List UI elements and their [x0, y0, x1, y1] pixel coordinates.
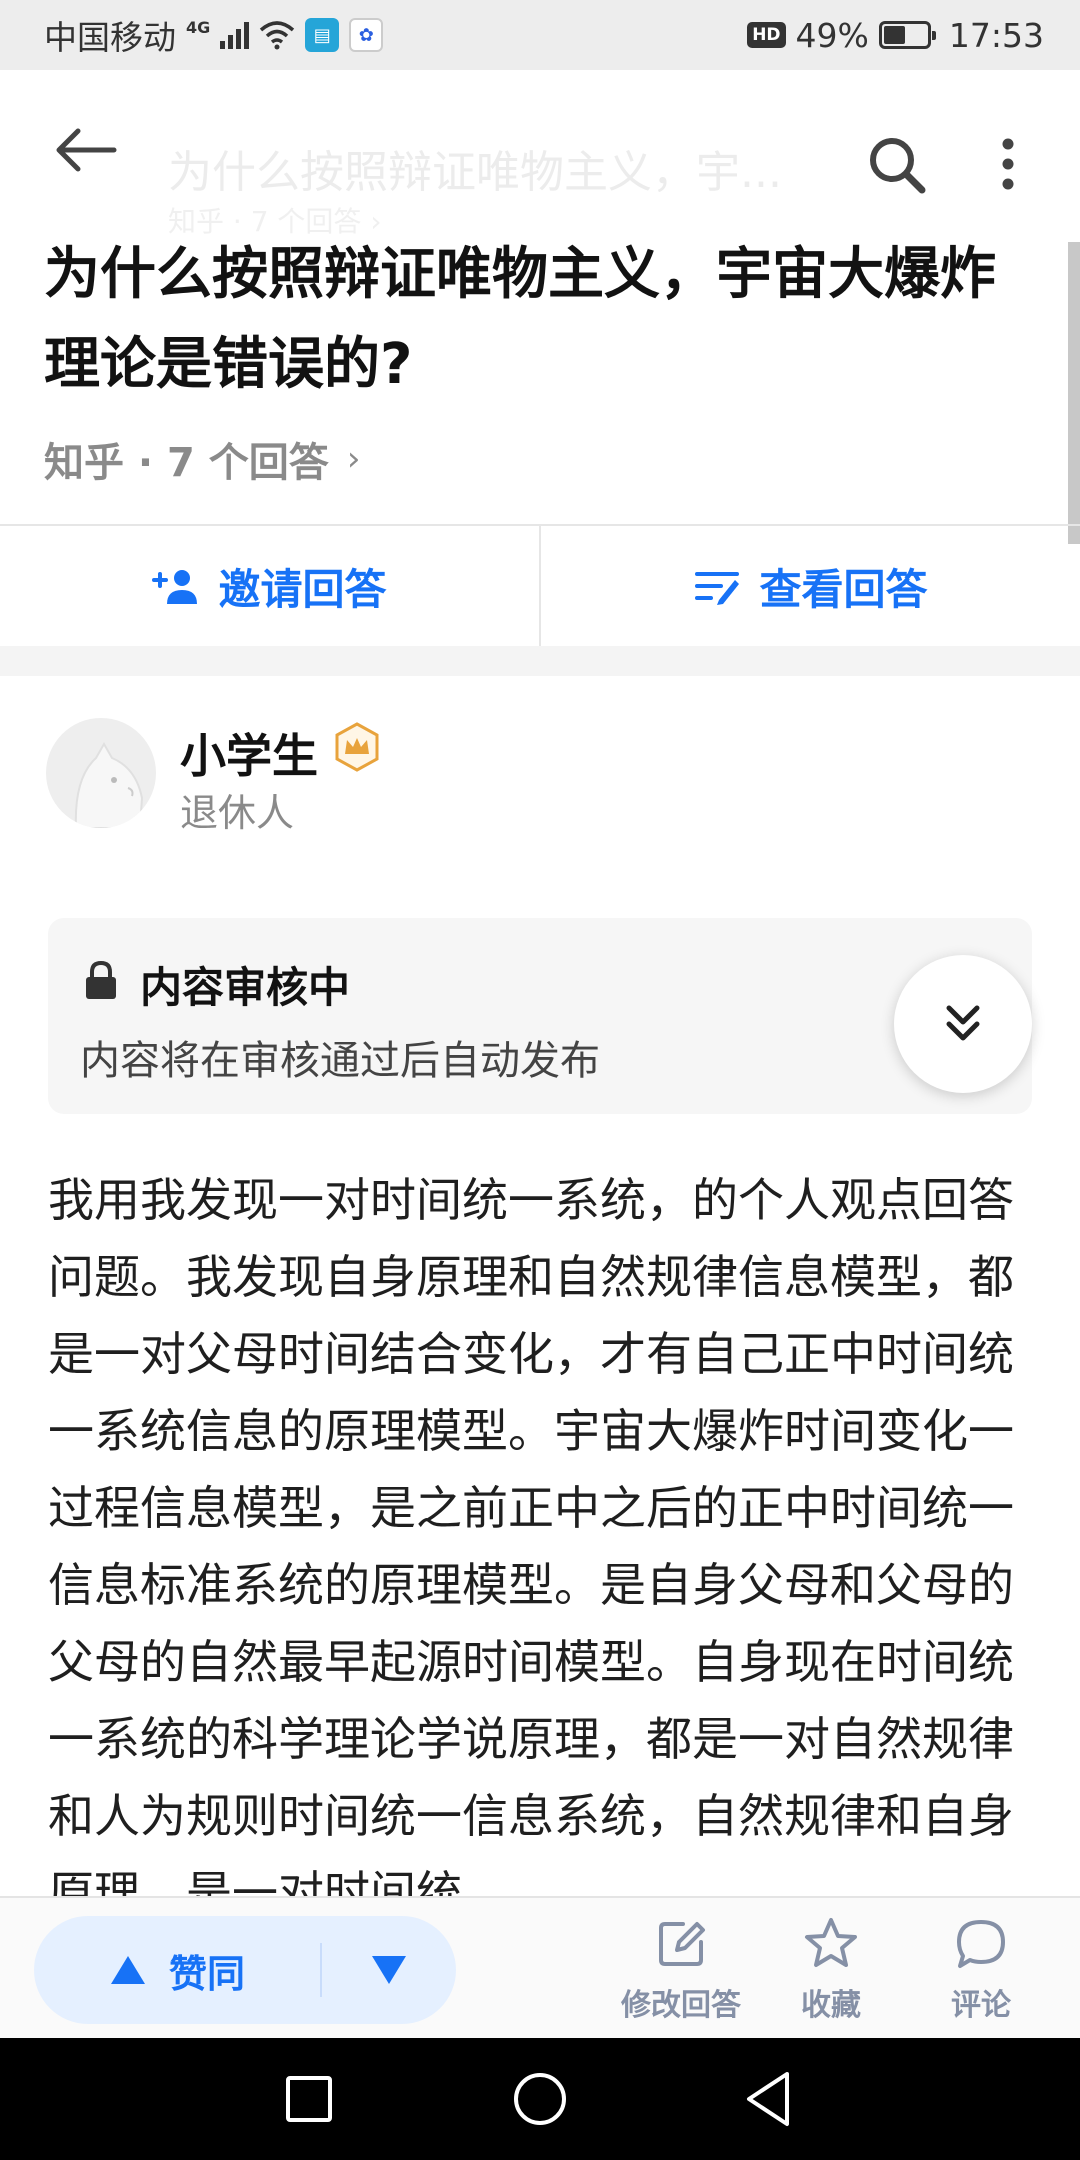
hd-badge: HD	[747, 22, 786, 48]
question-source: 知乎 · 7 个回答	[44, 440, 329, 486]
edit-answer-button[interactable]: 修改回答	[611, 1916, 751, 2028]
reader-app-icon: ▤	[305, 18, 340, 52]
question-meta-link[interactable]: 知乎 · 7 个回答 ›	[44, 430, 360, 488]
downvote-triangle-icon	[372, 1956, 406, 1984]
view-answers-icon	[695, 572, 740, 605]
double-chevron-down-icon	[946, 1005, 980, 1041]
battery-percent: 49%	[795, 15, 869, 55]
comment-icon	[957, 1920, 1005, 1968]
lock-icon	[86, 960, 116, 999]
answer-action-bar: 赞同 修改回答 收藏 评论	[0, 1896, 1080, 2038]
review-description: 内容将在审核通过后自动发布	[80, 1038, 600, 1084]
view-answers-button[interactable]: 查看回答	[539, 526, 1080, 646]
wifi-icon	[260, 21, 295, 50]
invite-person-icon	[152, 570, 198, 604]
upvote-button[interactable]: 赞同	[34, 1916, 320, 2024]
avatar[interactable]	[46, 718, 156, 828]
top-app-bar: 为什么按照辩证唯物主义，宇... 知乎 · 7 个回答 ›	[0, 70, 1080, 245]
recents-icon[interactable]	[274, 2064, 344, 2134]
edit-answer-label: 修改回答	[621, 1988, 741, 2023]
answer-content[interactable]: 我用我发现一对时间统一系统，的个人观点回答问题。我发现自身原理和自然规律信息模型…	[48, 1162, 1032, 1900]
question-actions: 邀请回答 查看回答	[0, 524, 1080, 646]
more-vertical-icon[interactable]	[990, 132, 1026, 198]
network-type: 4G	[186, 17, 211, 37]
review-title: 内容审核中	[140, 963, 351, 1012]
upvote-triangle-icon	[110, 1956, 145, 1984]
favorite-button[interactable]: 收藏	[761, 1916, 901, 2028]
downvote-button[interactable]	[322, 1916, 456, 2024]
star-icon	[805, 1918, 857, 1967]
view-answers-label: 查看回答	[759, 564, 928, 614]
author-description: 退休人	[180, 791, 295, 835]
collapsed-title: 为什么按照辩证唯物主义，宇...	[168, 147, 782, 198]
crown-badge-icon[interactable]	[332, 722, 382, 772]
scroll-indicator[interactable]	[1068, 242, 1080, 544]
signal-icon	[220, 21, 250, 49]
comment-button[interactable]: 评论	[911, 1916, 1051, 2028]
question-title[interactable]: 为什么按照辩证唯物主义，宇宙大爆炸理论是错误的?	[44, 230, 1024, 410]
back-arrow-icon[interactable]	[50, 125, 120, 175]
chevron-right-icon: ›	[346, 439, 361, 479]
search-icon[interactable]	[864, 132, 930, 198]
vote-control: 赞同	[34, 1916, 456, 2024]
clock: 17:53	[948, 15, 1044, 55]
carrier-label: 中国移动	[44, 18, 176, 57]
status-bar: 中国移动 4G ▤ ✿ HD 49% 17:53	[0, 0, 1080, 70]
author-name[interactable]: 小学生	[180, 720, 318, 786]
expand-button[interactable]	[894, 955, 1032, 1093]
edit-icon	[659, 1922, 705, 1966]
section-divider	[0, 646, 1080, 676]
back-nav-icon[interactable]	[735, 2064, 805, 2134]
invite-answer-label: 邀请回答	[218, 564, 387, 614]
upvote-label: 赞同	[168, 1951, 245, 1996]
favorite-label: 收藏	[801, 1988, 861, 2023]
invite-answer-button[interactable]: 邀请回答	[0, 526, 539, 646]
review-notice: 内容审核中 内容将在审核通过后自动发布	[48, 918, 1032, 1114]
system-navigation-bar	[0, 2038, 1080, 2160]
comment-label: 评论	[951, 1988, 1011, 2023]
baidu-app-icon: ✿	[349, 18, 384, 52]
home-icon[interactable]	[505, 2064, 575, 2134]
battery-icon	[878, 21, 936, 49]
